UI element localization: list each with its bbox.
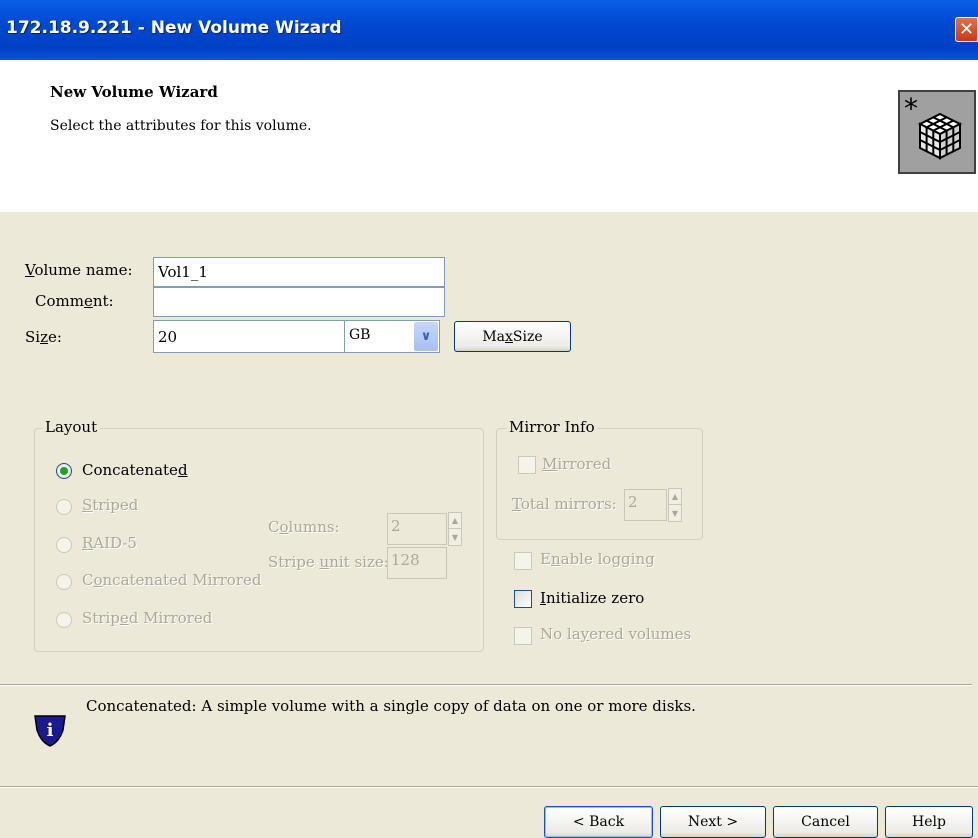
volume-name-input[interactable] <box>153 257 445 287</box>
columns-label: Columns: <box>268 518 340 536</box>
radio-selected-dot <box>60 467 68 475</box>
total-mirrors-label: Total mirrors: <box>512 495 617 513</box>
initialize-zero-checkbox[interactable] <box>514 590 532 608</box>
size-unit-value: GB <box>349 327 371 343</box>
wizard-subtitle: Select the attributes for this volume. <box>50 118 312 134</box>
raid5-label: RAID-5 <box>82 534 137 552</box>
size-unit-select[interactable]: GB ∨ <box>344 320 440 353</box>
mirror-info-legend: Mirror Info <box>506 418 598 436</box>
volume-wizard-cube-icon: * <box>898 90 976 174</box>
back-button[interactable]: < Back <box>544 806 653 838</box>
size-input[interactable] <box>153 320 345 353</box>
radio-striped-mirrored[interactable] <box>56 612 72 628</box>
no-layered-volumes-label: No layered volumes <box>540 625 692 643</box>
radio-concatenated-mirrored[interactable] <box>56 574 72 590</box>
radio-striped[interactable] <box>56 499 72 515</box>
info-shield-icon: i <box>33 712 67 748</box>
initialize-zero-label[interactable]: Initialize zero <box>540 589 644 607</box>
radio-concatenated[interactable] <box>56 463 72 479</box>
spin-up-icon[interactable]: ▲ <box>669 489 681 505</box>
info-separator <box>0 684 972 686</box>
spin-down-icon[interactable]: ▼ <box>449 529 461 545</box>
layout-legend: Layout <box>42 418 101 436</box>
footer-separator <box>0 786 978 788</box>
spin-up-icon[interactable]: ▲ <box>449 513 461 529</box>
close-button[interactable]: ✕ <box>955 17 978 42</box>
mirrored-checkbox[interactable] <box>518 456 536 474</box>
columns-spinner[interactable]: ▲ ▼ <box>448 512 462 546</box>
comment-input[interactable] <box>153 287 445 317</box>
radio-raid5[interactable] <box>56 537 72 553</box>
total-mirrors-input[interactable]: 2 <box>624 489 667 521</box>
size-label: Size: <box>25 328 62 346</box>
enable-logging-label: Enable logging <box>540 550 655 568</box>
concatenated-label[interactable]: Concatenated <box>82 461 188 479</box>
wizard-title: New Volume Wizard <box>50 83 218 101</box>
no-layered-volumes-checkbox[interactable] <box>514 627 532 645</box>
chevron-down-icon[interactable]: ∨ <box>414 322 438 351</box>
help-button[interactable]: Help <box>885 806 973 838</box>
striped-mirrored-label: Striped Mirrored <box>82 609 213 627</box>
concatenated-mirrored-label: Concatenated Mirrored <box>82 571 262 589</box>
close-icon: ✕ <box>958 19 975 40</box>
window-title: 172.18.9.221 - New Volume Wizard <box>6 18 342 38</box>
comment-label: Comment: <box>35 292 114 310</box>
volume-name-label: Volume name: <box>25 261 133 279</box>
spin-down-icon[interactable]: ▼ <box>669 505 681 521</box>
svg-text:*: * <box>904 92 918 125</box>
next-button[interactable]: Next > <box>660 806 766 838</box>
stripe-unit-size-input[interactable]: 128 <box>387 547 447 579</box>
svg-text:i: i <box>47 720 54 741</box>
stripe-unit-size-label: Stripe unit size: <box>268 553 389 571</box>
enable-logging-checkbox[interactable] <box>514 552 532 570</box>
max-size-button[interactable]: Ma x Size <box>454 321 571 352</box>
mirrored-label: Mirrored <box>542 455 612 473</box>
cancel-button[interactable]: Cancel <box>773 806 878 838</box>
mirror-info-group <box>496 428 703 540</box>
layout-description: Concatenated: A simple volume with a sin… <box>86 697 696 715</box>
striped-label: Striped <box>82 496 139 514</box>
columns-input[interactable]: 2 <box>387 513 447 545</box>
total-mirrors-spinner[interactable]: ▲ ▼ <box>668 488 682 522</box>
